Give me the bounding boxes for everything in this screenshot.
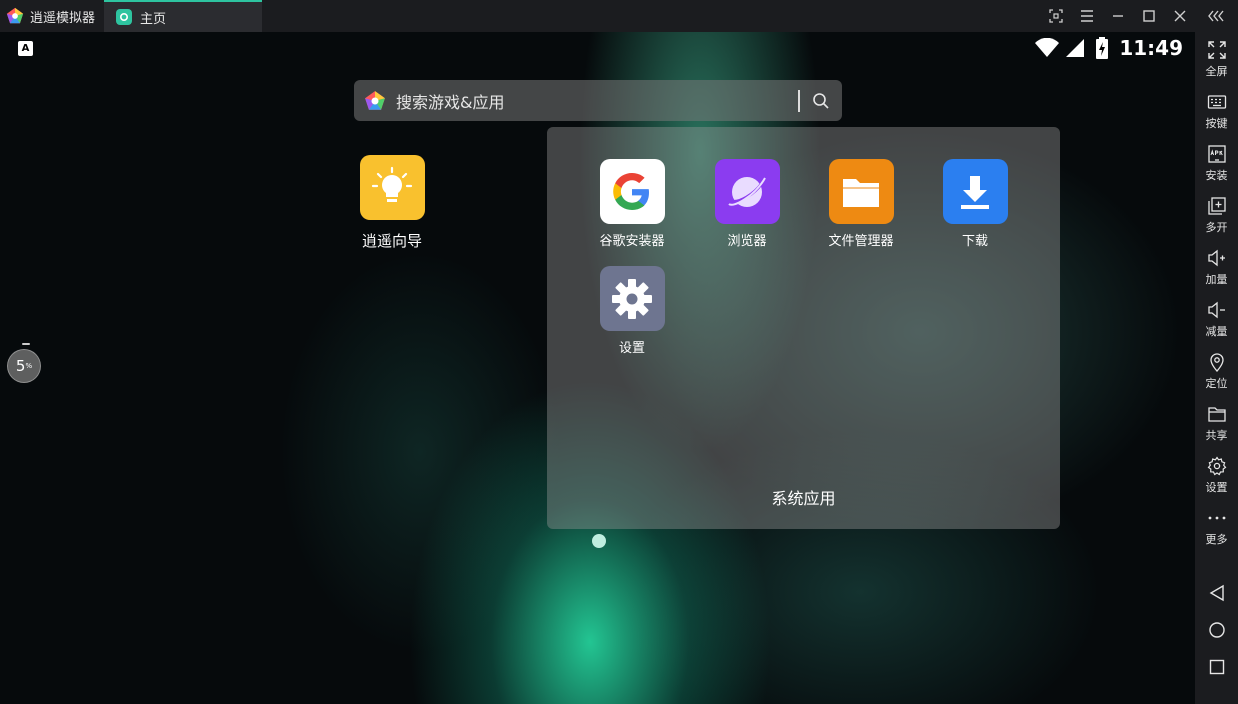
app-browser[interactable]: 浏览器	[692, 159, 802, 249]
sidebar-item-label: 多开	[1205, 221, 1228, 234]
menu-button[interactable]	[1071, 0, 1102, 32]
search-icon[interactable]	[812, 92, 830, 110]
battery-charging-icon	[1096, 37, 1109, 59]
app-label: 下载	[961, 234, 988, 249]
floating-badge-handle	[22, 343, 30, 345]
sidebar-item-volume-down[interactable]: 减量	[1195, 300, 1238, 350]
sidebar-item-keymap[interactable]: 按键	[1195, 92, 1238, 142]
folder-title[interactable]: 系统应用	[547, 485, 1060, 509]
volume-up-icon	[1207, 249, 1225, 267]
floating-performance-badge[interactable]: 5%	[7, 349, 41, 383]
hamburger-icon	[1080, 10, 1093, 22]
app-download[interactable]: 下载	[920, 159, 1030, 249]
minimize-button[interactable]	[1102, 0, 1133, 32]
sidebar-item-location[interactable]: 定位	[1195, 352, 1238, 402]
sidebar-item-install-apk[interactable]: 安装	[1195, 144, 1238, 194]
google-icon	[599, 159, 665, 224]
memu-logo-icon	[365, 90, 385, 110]
emulator-window: 逍遥模拟器 主页 A 11:49 搜索游戏&应用 逍遥向导 谷歌安装器 浏览器 …	[0, 0, 1238, 704]
app-settings[interactable]: 设置	[577, 266, 687, 356]
clock: 11:49	[1119, 36, 1183, 60]
lightbulb-icon	[359, 155, 425, 220]
app-label: 谷歌安装器	[599, 234, 665, 249]
signal-icon	[1066, 39, 1085, 57]
more-icon	[1208, 516, 1225, 520]
app-label: 设置	[618, 341, 645, 356]
shared-folder-icon	[1207, 407, 1226, 422]
badge-unit: %	[25, 362, 33, 370]
app-google-installer[interactable]: 谷歌安装器	[577, 159, 687, 249]
sidebar-item-label: 按键	[1205, 117, 1228, 130]
app-file-manager[interactable]: 文件管理器	[806, 159, 916, 249]
wifi-icon	[1035, 38, 1060, 57]
frame-icon	[1048, 9, 1063, 23]
tab-home[interactable]: 主页	[104, 0, 262, 32]
status-icons: 11:49	[1035, 36, 1183, 60]
sidebar-item-label: 设置	[1205, 481, 1228, 494]
sidebar-item-fullscreen[interactable]: 全屏	[1195, 40, 1238, 90]
close-button[interactable]	[1164, 0, 1195, 32]
download-icon	[942, 159, 1008, 224]
sidebar-item-label: 加量	[1205, 273, 1228, 286]
planet-icon	[714, 159, 780, 224]
right-toolbar: 全屏 按键 安装 多开 加量 减量 定位 共享 设置 更多	[1195, 32, 1238, 704]
title-bar: 逍遥模拟器 主页	[0, 0, 1238, 32]
sidebar-item-label: 全屏	[1205, 65, 1228, 78]
sidebar-item-volume-up[interactable]: 加量	[1195, 248, 1238, 298]
back-icon	[1209, 584, 1224, 602]
android-status-bar: A 11:49	[0, 32, 1195, 66]
window-controls	[1040, 0, 1238, 32]
volume-down-icon	[1207, 301, 1225, 319]
tab-label: 主页	[140, 11, 167, 27]
sidebar-item-settings[interactable]: 设置	[1195, 456, 1238, 506]
search-divider	[798, 89, 800, 112]
sidebar-item-shared-folder[interactable]: 共享	[1195, 404, 1238, 454]
triple-chevron-left-icon	[1207, 10, 1224, 22]
gear-icon	[599, 266, 665, 331]
settings-icon	[1207, 456, 1226, 476]
search-input[interactable]: 搜索游戏&应用	[396, 89, 798, 113]
sidebar-item-label: 安装	[1205, 169, 1228, 182]
sidebar-item-label: 更多	[1205, 533, 1228, 546]
app-label: 浏览器	[727, 234, 767, 249]
sidebar-item-more[interactable]: 更多	[1195, 508, 1238, 558]
apk-icon	[1207, 145, 1226, 163]
collapse-sidebar-button[interactable]	[1195, 0, 1238, 32]
home-tab-icon	[116, 9, 132, 25]
recents-icon	[1209, 659, 1224, 675]
sidebar-item-label: 共享	[1205, 429, 1228, 442]
multi-instance-icon	[1207, 197, 1226, 215]
page-indicator-dot[interactable]	[592, 534, 606, 548]
maximize-icon	[1142, 10, 1155, 22]
desktop-app-guide[interactable]: 逍遥向导	[342, 155, 442, 251]
screenshot-frame-button[interactable]	[1040, 0, 1071, 32]
location-icon	[1209, 353, 1224, 372]
keyboard-icon	[1207, 95, 1226, 109]
sidebar-item-label: 定位	[1205, 377, 1228, 390]
home-icon	[1208, 622, 1225, 638]
folder-icon	[828, 159, 894, 224]
close-icon	[1174, 10, 1185, 22]
nav-home-button[interactable]	[1195, 615, 1238, 645]
memu-logo-icon	[6, 7, 24, 24]
sidebar-item-multi-instance[interactable]: 多开	[1195, 196, 1238, 246]
app-label: 文件管理器	[828, 234, 894, 249]
android-screen[interactable]: A 11:49 搜索游戏&应用 逍遥向导 谷歌安装器 浏览器 文件管理器 下载 …	[0, 32, 1195, 704]
keyboard-indicator-icon: A	[18, 41, 33, 56]
minimize-icon	[1112, 15, 1123, 17]
fullscreen-icon	[1207, 41, 1226, 59]
app-brand[interactable]: 逍遥模拟器	[0, 0, 103, 32]
maximize-button[interactable]	[1133, 0, 1164, 32]
nav-recents-button[interactable]	[1195, 652, 1238, 682]
sidebar-item-label: 减量	[1205, 325, 1228, 338]
app-label: 逍遥向导	[361, 232, 422, 250]
badge-value: 5	[15, 357, 26, 375]
system-apps-folder: 谷歌安装器 浏览器 文件管理器 下载 设置 系统应用	[547, 127, 1060, 529]
nav-back-button[interactable]	[1195, 578, 1238, 608]
app-name: 逍遥模拟器	[30, 10, 96, 26]
search-bar[interactable]: 搜索游戏&应用	[354, 80, 842, 121]
